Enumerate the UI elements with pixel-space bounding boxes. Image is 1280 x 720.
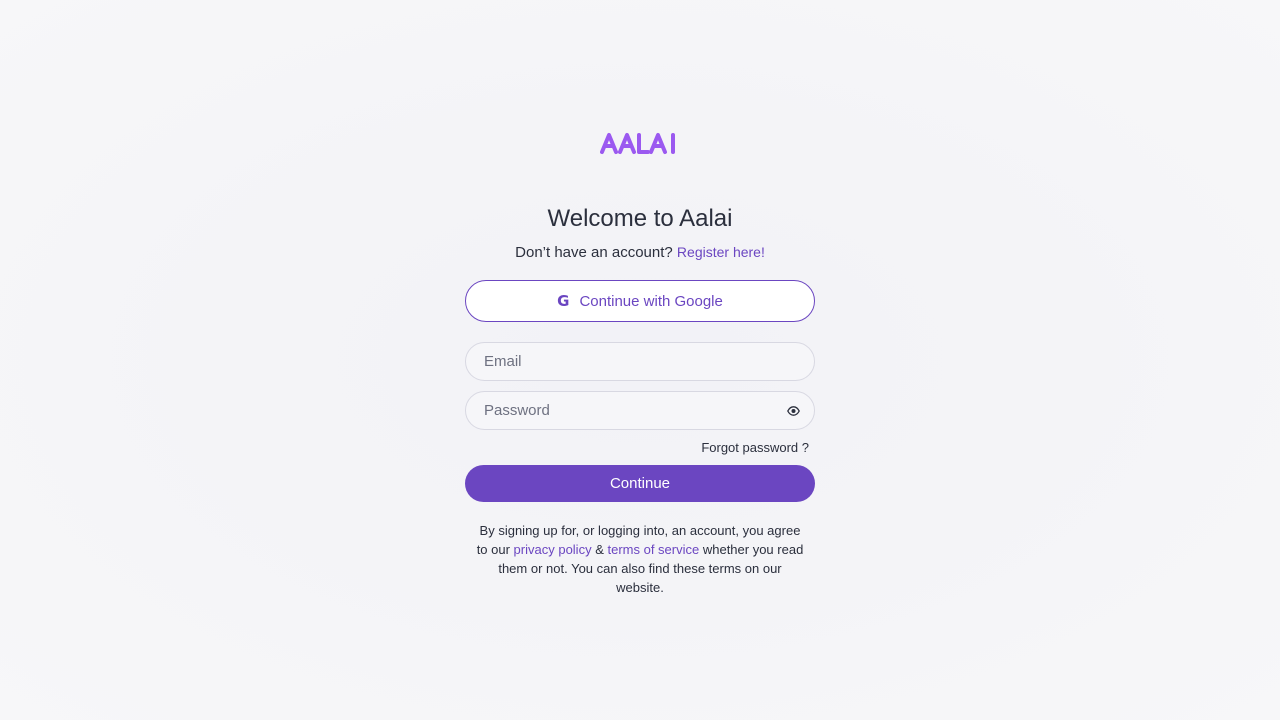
terms-notice: By signing up for, or logging into, an a…: [475, 521, 805, 597]
terms-text-2: &: [591, 542, 608, 557]
google-button-label: Continue with Google: [579, 292, 723, 310]
register-prompt-text: Don’t have an account?: [515, 244, 677, 261]
email-field[interactable]: [484, 343, 800, 380]
continue-with-google-button[interactable]: G Continue with Google: [465, 280, 815, 322]
continue-button[interactable]: Continue: [465, 465, 815, 502]
register-link[interactable]: Register here!: [677, 244, 765, 260]
google-icon: G: [557, 292, 570, 310]
page-title: Welcome to Aalai: [547, 205, 733, 232]
password-field[interactable]: [484, 392, 786, 429]
eye-icon[interactable]: [786, 404, 800, 418]
password-field-wrapper: [465, 391, 815, 430]
forgot-password-link[interactable]: Forgot password ?: [701, 440, 809, 456]
privacy-policy-link[interactable]: privacy policy: [514, 542, 592, 557]
aalai-logo: AALAI: [465, 131, 815, 155]
email-field-wrapper: [465, 342, 815, 381]
register-prompt: Don’t have an account? Register here!: [465, 243, 815, 262]
logo-wordmark-icon: [600, 133, 675, 154]
terms-of-service-link[interactable]: terms of service: [607, 542, 699, 557]
